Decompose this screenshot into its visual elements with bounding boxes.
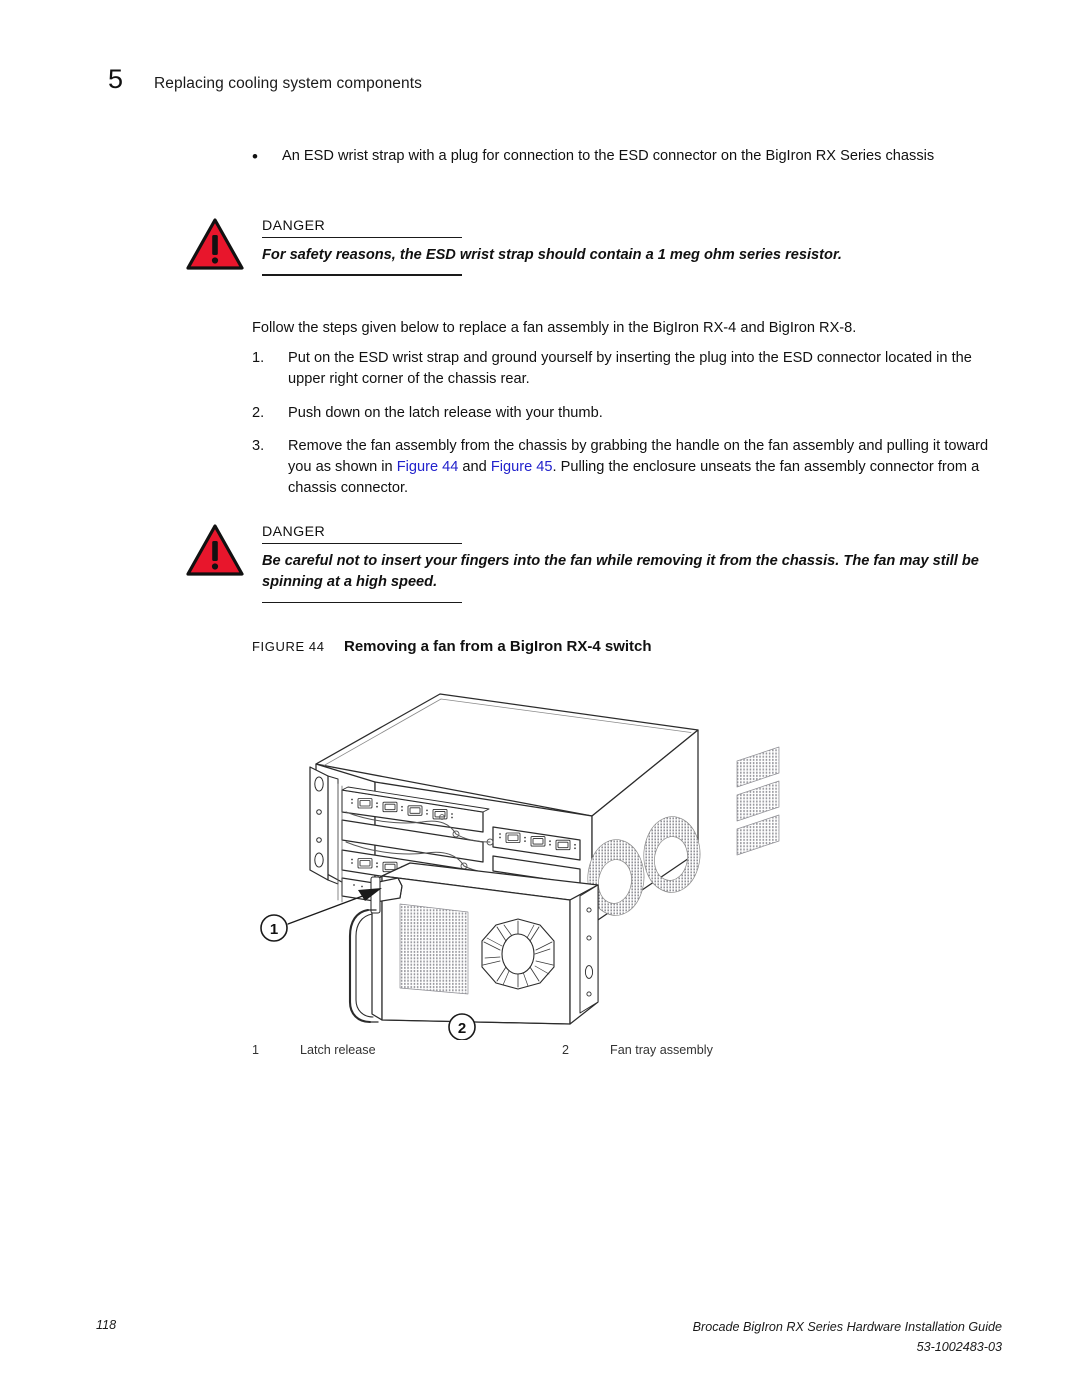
figure-45-crossref[interactable]: Figure 45 [491,459,553,475]
chapter-number: 5 [108,64,124,94]
step-number: 1. [252,350,265,366]
callout-2: 2 [448,1013,476,1041]
danger-label: DANGER [262,218,326,234]
warning-triangle-icon [186,524,244,576]
bullet-text: An ESD wrist strap with a plug for conne… [282,148,935,164]
chapter-header: 5 Replacing cooling system components [108,64,422,95]
legend-text: Fan tray assembly [610,1043,713,1057]
list-item: 1. Put on the ESD wrist strap and ground… [252,348,990,391]
danger-admonition-2: DANGER Be careful not to insert your fin… [186,524,1006,603]
list-item: 3. Remove the fan assembly from the chas… [252,436,990,500]
step-number: 3. [252,437,265,454]
danger-text: Be careful not to insert your fingers in… [262,553,979,591]
danger-rule-bottom [262,601,462,603]
callout-1: 1 [260,914,288,942]
legend-item-2: 2 Fan tray assembly [562,1043,872,1057]
warning-triangle-svg [186,218,244,270]
danger-label: DANGER [262,524,326,540]
steps-list: 1. Put on the ESD wrist strap and ground… [252,348,990,512]
warning-triangle-svg [186,524,244,576]
bullet-marker: • [252,147,258,166]
step-text: Put on the ESD wrist strap and ground yo… [288,350,972,388]
step-text: Remove the fan assembly from the chassis… [288,436,990,500]
figure-legend: 1 Latch release 2 Fan tray assembly [252,1043,872,1057]
figure-caption: FIGURE 44 Removing a fan from a BigIron … [252,638,652,655]
list-item: • An ESD wrist strap with a plug for con… [252,146,990,167]
legend-item-1: 1 Latch release [252,1043,562,1057]
legend-number: 2 [562,1043,570,1057]
figure-illustration: 1 2 [250,672,816,1041]
chapter-title: Replacing cooling system components [154,75,422,92]
legend-text: Latch release [300,1043,376,1057]
warning-triangle-icon [186,218,244,270]
danger-body-1: DANGER For safety reasons, the ESD wrist… [262,218,1006,276]
footer-page-number: 118 [96,1318,117,1332]
list-item: 2. Push down on the latch release with y… [252,403,990,424]
figure-44-crossref[interactable]: Figure 44 [397,459,459,475]
danger-admonition-1: DANGER For safety reasons, the ESD wrist… [186,218,1006,276]
bullet-block: • An ESD wrist strap with a plug for con… [252,146,990,167]
document-page: 5 Replacing cooling system components • … [0,0,1080,1397]
footer-document-info: Brocade BigIron RX Series Hardware Insta… [693,1318,1002,1357]
figure-title: Removing a fan from a BigIron RX-4 switc… [344,638,652,655]
legend-number: 1 [252,1043,260,1057]
footer-doc-number: 53-1002483-03 [916,1339,1002,1354]
step-text: Push down on the latch release with your… [288,404,603,421]
danger-body-2: DANGER Be careful not to insert your fin… [262,524,1006,603]
callout-1-number: 1 [270,921,278,938]
step3-text-mid: and [458,459,491,476]
danger-rule-bottom [262,274,462,276]
figure-label: FIGURE 44 [252,639,325,654]
danger-text: For safety reasons, the ESD wrist strap … [262,247,842,264]
chassis-fan-removal-drawing: 1 2 [260,693,780,1041]
footer-guide-title: Brocade BigIron RX Series Hardware Insta… [692,1320,1002,1334]
step-number: 2. [252,404,265,421]
callout-2-number: 2 [458,1020,466,1037]
intro-paragraph: Follow the steps given below to replace … [252,320,857,336]
